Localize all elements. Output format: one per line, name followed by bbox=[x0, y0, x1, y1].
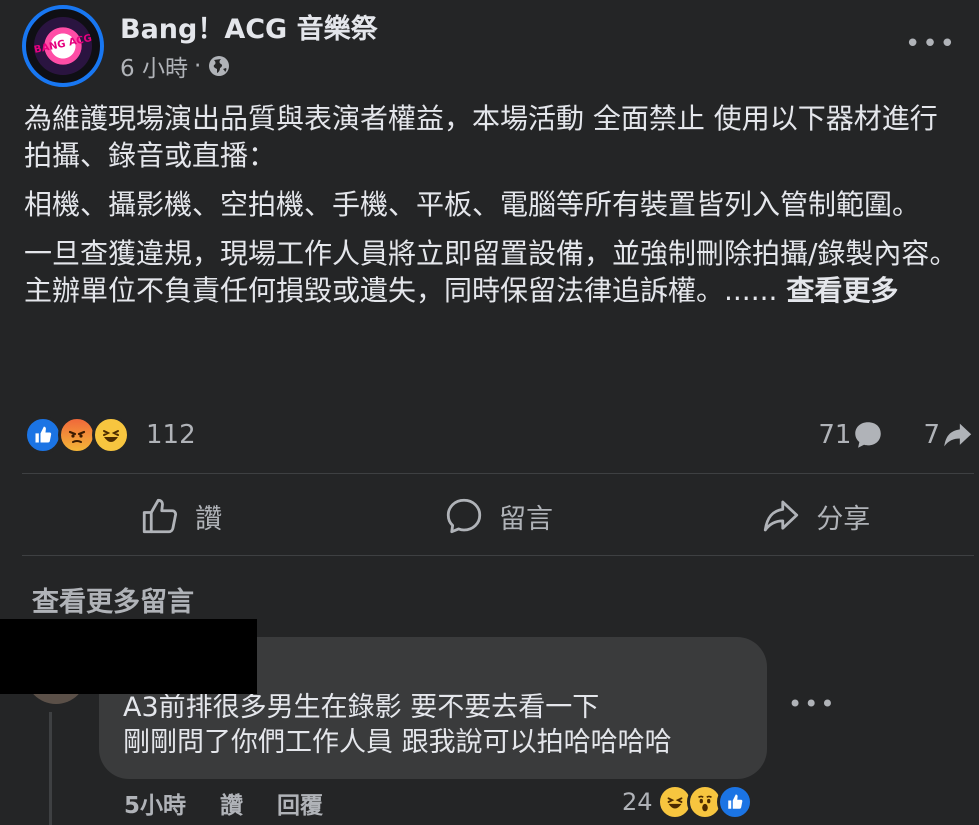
reaction-icons[interactable] bbox=[24, 416, 130, 454]
comment-text-line: A3前排很多男生在錄影 要不要去看一下 bbox=[123, 692, 600, 723]
reaction-summary: 112 71 7 bbox=[24, 416, 974, 456]
angry-reaction-icon bbox=[58, 416, 96, 454]
share-button[interactable]: 分享 bbox=[657, 476, 974, 556]
view-more-comments-link[interactable]: 查看更多留言 bbox=[32, 580, 194, 619]
engagement-stats: 71 7 bbox=[818, 418, 974, 452]
comment-text: A3前排很多男生在錄影 要不要去看一下 剛剛問了你們工作人員 跟我說可以拍哈哈哈… bbox=[123, 690, 672, 760]
post-body: 為維護現場演出品質與表演者權益，本場活動 全面禁止 使用以下器材進行拍攝、錄音或… bbox=[24, 100, 964, 321]
haha-reaction-icon bbox=[92, 416, 130, 454]
comment-button-label: 留言 bbox=[498, 503, 553, 535]
like-reaction-icon bbox=[716, 784, 753, 820]
post-meta: 6 小時 · bbox=[120, 49, 231, 83]
share-count[interactable]: 7 bbox=[923, 420, 940, 450]
post-header: BANG ACG Bang！ACG 音樂祭 6 小時 · ••• bbox=[22, 5, 979, 89]
comment-bubble-icon bbox=[855, 422, 882, 448]
comment-reactions[interactable]: 24 bbox=[622, 784, 753, 820]
thumbs-up-icon bbox=[143, 498, 178, 534]
divider-top bbox=[22, 473, 974, 474]
comment-icon bbox=[446, 498, 482, 534]
see-more-link[interactable]: 查看更多 bbox=[786, 274, 898, 307]
post-timestamp[interactable]: 6 小時 bbox=[120, 49, 188, 83]
comment-text-line: 剛剛問了你們工作人員 跟我說可以拍哈哈哈哈 bbox=[123, 727, 672, 758]
share-arrow-icon bbox=[944, 423, 972, 447]
divider-bottom bbox=[22, 555, 974, 556]
share-button-label: 分享 bbox=[816, 503, 871, 535]
like-button-label: 讚 bbox=[195, 503, 223, 535]
like-reaction-icon bbox=[24, 416, 62, 454]
reaction-count[interactable]: 112 bbox=[146, 420, 196, 450]
comment-button[interactable]: 留言 bbox=[339, 476, 656, 556]
post-options-menu[interactable]: ••• bbox=[905, 29, 957, 59]
comment-reply-button[interactable]: 回覆 bbox=[277, 786, 323, 820]
post-paragraph: 相機、攝影機、空拍機、手機、平板、電腦等所有裝置皆列入管制範圍。 bbox=[24, 188, 921, 221]
comment-options-menu[interactable]: ••• bbox=[788, 690, 836, 718]
comment-reaction-count: 24 bbox=[622, 788, 653, 816]
page-avatar[interactable]: BANG ACG bbox=[22, 5, 104, 87]
comment-timestamp[interactable]: 5小時 bbox=[124, 786, 186, 820]
comment-count[interactable]: 71 bbox=[818, 420, 851, 450]
post-paragraph: 一旦查獲違規，現場工作人員將立即留置設備，並強制刪除拍攝/錄製內容。主辦單位不負… bbox=[24, 235, 964, 309]
meta-separator: · bbox=[193, 53, 202, 79]
globe-icon[interactable] bbox=[207, 54, 231, 78]
page-name[interactable]: Bang！ACG 音樂祭 bbox=[120, 7, 378, 46]
comment-footer: 5小時 讚 回覆 bbox=[124, 786, 323, 820]
comment-like-button[interactable]: 讚 bbox=[220, 786, 243, 820]
share-icon bbox=[764, 500, 799, 532]
redacted-commenter-name bbox=[0, 619, 257, 694]
comment-thread-line bbox=[49, 712, 52, 825]
post-action-bar: 讚 留言 分享 bbox=[22, 476, 974, 556]
post-paragraph: 為維護現場演出品質與表演者權益，本場活動 全面禁止 使用以下器材進行拍攝、錄音或… bbox=[24, 102, 938, 172]
like-button[interactable]: 讚 bbox=[22, 476, 339, 556]
